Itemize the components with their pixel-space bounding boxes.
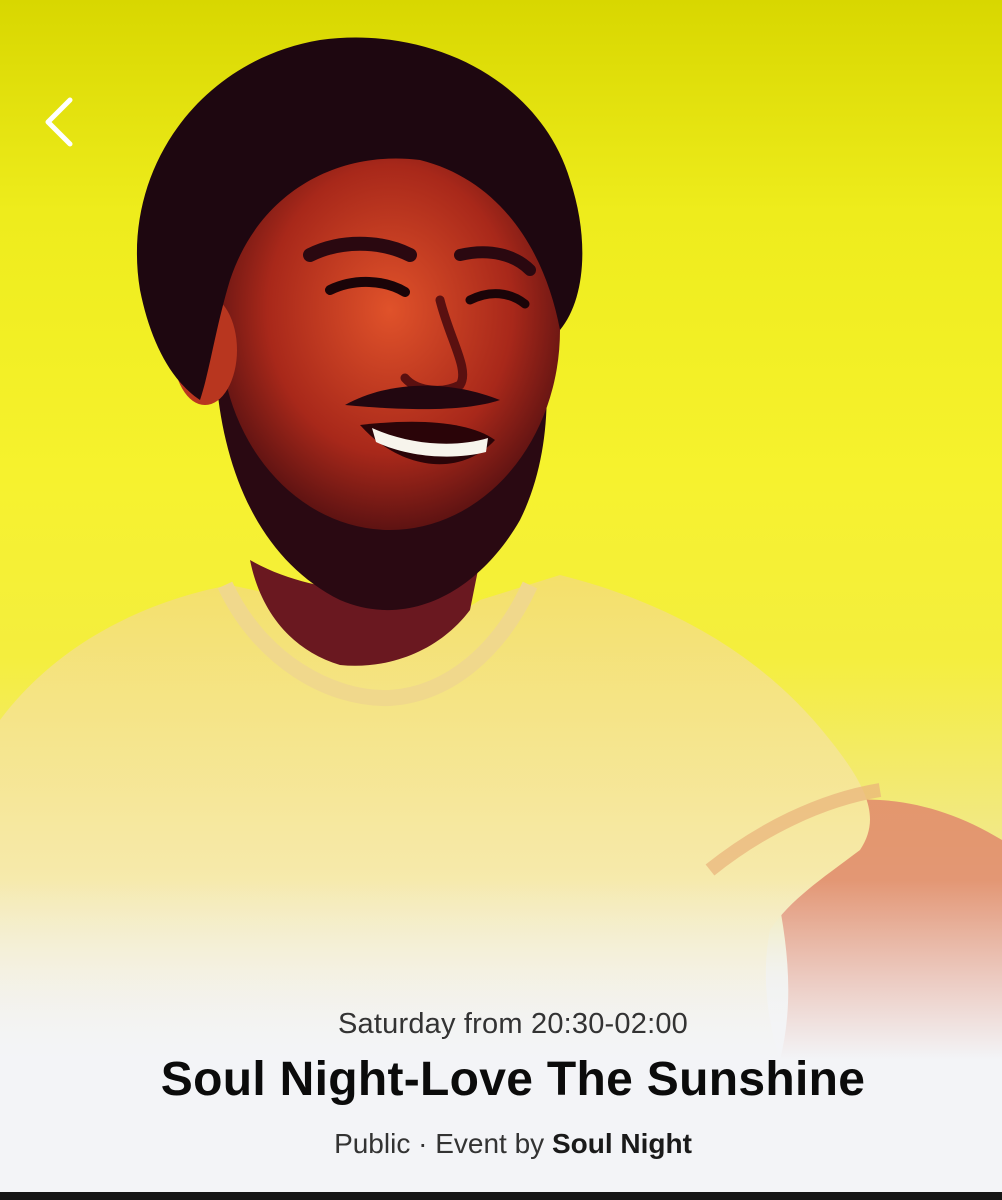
meta-separator: · — [418, 1128, 428, 1159]
event-privacy: Public — [334, 1128, 411, 1159]
event-meta: Public · Event by Soul Night — [0, 1128, 1002, 1160]
event-cover-photo — [0, 0, 1002, 1060]
event-screen: Saturday from 20:30-02:00 Soul Night-Lov… — [0, 0, 1002, 1200]
back-button[interactable] — [28, 78, 98, 168]
back-chevron-icon — [45, 97, 73, 147]
event-time: Saturday from 20:30-02:00 — [338, 1008, 688, 1040]
bottom-edge — [0, 1192, 1002, 1200]
event-title: Soul Night-Love The Sunshine — [160, 1053, 866, 1106]
cover-illustration — [0, 37, 1002, 1060]
event-host-link[interactable]: Soul Night — [552, 1128, 692, 1159]
event-by-label: Event by — [435, 1128, 545, 1159]
